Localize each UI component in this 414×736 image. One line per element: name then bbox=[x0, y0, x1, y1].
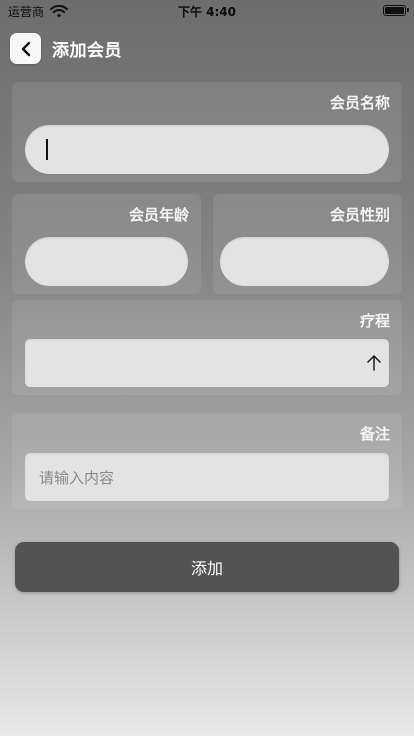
course-card: 疗程 bbox=[12, 300, 402, 395]
member-age-card: 会员年龄 bbox=[12, 194, 201, 294]
page-title: 添加会员 bbox=[52, 41, 122, 61]
add-member-button[interactable]: 添加 bbox=[15, 542, 399, 592]
member-name-input[interactable] bbox=[25, 125, 389, 174]
member-age-label: 会员年龄 bbox=[128, 206, 189, 224]
member-gender-input[interactable] bbox=[220, 237, 389, 286]
notes-card: 备注 请输入内容 bbox=[12, 413, 402, 509]
chevron-left-icon bbox=[20, 41, 32, 57]
add-button-label: 添加 bbox=[190, 559, 223, 578]
battery-icon bbox=[383, 5, 409, 16]
status-bar: 运营商 下午 4:40 bbox=[0, 0, 414, 22]
member-name-card: 会员名称 bbox=[12, 82, 402, 182]
course-select[interactable] bbox=[25, 339, 389, 387]
status-time: 下午 4:40 bbox=[177, 5, 237, 19]
member-gender-label: 会员性别 bbox=[329, 206, 390, 224]
text-cursor bbox=[46, 139, 48, 160]
notes-input[interactable]: 请输入内容 bbox=[25, 453, 389, 501]
member-age-input[interactable] bbox=[25, 237, 188, 286]
course-label: 疗程 bbox=[359, 312, 390, 330]
member-gender-card: 会员性别 bbox=[213, 194, 402, 294]
notes-label: 备注 bbox=[359, 425, 390, 443]
member-name-label: 会员名称 bbox=[329, 94, 390, 112]
notes-placeholder: 请输入内容 bbox=[39, 469, 115, 487]
back-button[interactable] bbox=[10, 33, 41, 64]
up-arrow-icon[interactable] bbox=[367, 354, 381, 372]
